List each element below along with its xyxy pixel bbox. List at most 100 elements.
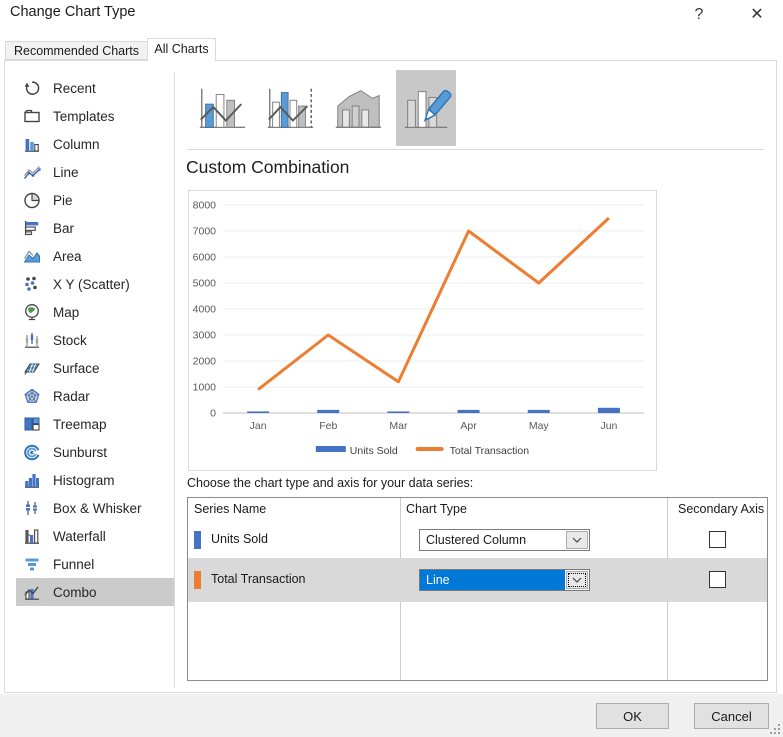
map-chart-icon (23, 303, 41, 321)
combo-type-clustered-column-line[interactable] (192, 70, 252, 146)
series-name-label: Total Transaction (211, 572, 306, 586)
sidebar-item-line[interactable]: Line (16, 158, 174, 186)
sidebar-item-templates[interactable]: Templates (16, 102, 174, 130)
dropdown-value: Clustered Column (420, 530, 565, 550)
svg-text:7000: 7000 (193, 226, 217, 238)
tab-recommended-charts[interactable]: Recommended Charts (5, 41, 148, 60)
chart-type-sidebar: Recent Templates Column Line Pie Bar Are… (5, 74, 174, 606)
box-whisker-chart-icon (23, 499, 41, 517)
area-chart-icon (23, 247, 41, 265)
chart-preview-svg: 0 1000 2000 3000 4000 5000 6000 7000 8000 Jan Feb M… (189, 191, 656, 470)
pie-chart-icon (23, 191, 41, 209)
svg-text:Units Sold: Units Sold (350, 445, 398, 457)
series-name-label: Units Sold (211, 532, 268, 546)
combo-type-clustered-column-line-secondary-axis[interactable] (260, 70, 320, 146)
combo-type-stacked-area-clustered-column[interactable] (328, 70, 388, 146)
titlebar: Change Chart Type ? ✕ (0, 0, 783, 36)
preview-title: Custom Combination (186, 157, 349, 178)
templates-icon (23, 107, 41, 125)
clustered-column-line-icon (195, 81, 249, 135)
change-chart-type-dialog: { "window": { "title": "Change Chart Typ… (0, 0, 783, 737)
help-icon[interactable]: ? (684, 2, 714, 28)
sidebar-item-histogram[interactable]: Histogram (16, 466, 174, 494)
surface-chart-icon (23, 359, 41, 377)
cancel-button[interactable]: Cancel (694, 703, 769, 729)
sidebar-item-pie[interactable]: Pie (16, 186, 174, 214)
treemap-chart-icon (23, 415, 41, 433)
resize-grip[interactable] (770, 724, 781, 735)
chart-type-dropdown-units-sold[interactable]: Clustered Column (419, 529, 590, 551)
dialog-title: Change Chart Type (10, 4, 135, 20)
svg-text:Apr: Apr (460, 420, 477, 432)
sidebar-item-sunburst[interactable]: Sunburst (16, 438, 174, 466)
svg-text:0: 0 (210, 408, 216, 420)
clustered-column-line-secondary-axis-icon (263, 81, 317, 135)
sidebar-item-map[interactable]: Map (16, 298, 174, 326)
series-table: Series Name Chart Type Secondary Axis Un… (187, 497, 768, 681)
secondary-axis-checkbox-total-transaction[interactable] (709, 571, 726, 588)
sidebar-item-funnel[interactable]: Funnel (16, 550, 174, 578)
sidebar-item-xy-scatter[interactable]: X Y (Scatter) (16, 270, 174, 298)
sidebar-item-radar[interactable]: Radar (16, 382, 174, 410)
custom-combination-icon (399, 81, 453, 135)
sidebar-divider (174, 72, 175, 688)
funnel-chart-icon (23, 555, 41, 573)
histogram-chart-icon (23, 471, 41, 489)
svg-text:5000: 5000 (193, 278, 217, 290)
sidebar-item-column[interactable]: Column (16, 130, 174, 158)
combo-type-custom-combination[interactable] (396, 70, 456, 146)
series-swatch (194, 531, 201, 549)
sidebar-item-waterfall[interactable]: Waterfall (16, 522, 174, 550)
line-chart-icon (23, 163, 41, 181)
sidebar-item-surface[interactable]: Surface (16, 354, 174, 382)
radar-chart-icon (23, 387, 41, 405)
svg-text:Total Transaction: Total Transaction (450, 445, 530, 457)
chevron-down-icon[interactable] (566, 571, 588, 589)
svg-text:4000: 4000 (193, 304, 217, 316)
chart-preview-box: 0 1000 2000 3000 4000 5000 6000 7000 8000 Jan Feb M… (188, 190, 657, 471)
dropdown-value: Line (420, 570, 565, 590)
close-icon[interactable]: ✕ (742, 2, 772, 28)
column-header-chart-type: Chart Type (406, 502, 467, 516)
tab-all-charts[interactable]: All Charts (147, 38, 216, 61)
svg-text:Feb: Feb (319, 420, 337, 432)
chevron-down-icon[interactable] (566, 531, 588, 549)
table-row-units-sold[interactable]: Units Sold Clustered Column (188, 521, 767, 558)
icon-row-separator (187, 149, 764, 150)
sidebar-item-combo[interactable]: Combo (16, 578, 174, 606)
sidebar-item-stock[interactable]: Stock (16, 326, 174, 354)
waterfall-chart-icon (23, 527, 41, 545)
svg-text:6000: 6000 (193, 252, 217, 264)
svg-text:8000: 8000 (193, 200, 217, 212)
svg-text:1000: 1000 (193, 382, 217, 394)
svg-text:2000: 2000 (193, 356, 217, 368)
svg-text:3000: 3000 (193, 330, 217, 342)
recent-icon (23, 79, 41, 97)
svg-text:Mar: Mar (389, 420, 408, 432)
svg-text:May: May (529, 420, 550, 432)
choose-series-label: Choose the chart type and axis for your … (187, 476, 473, 490)
svg-text:Jan: Jan (250, 420, 267, 432)
sidebar-item-treemap[interactable]: Treemap (16, 410, 174, 438)
combo-type-row (192, 70, 456, 146)
sidebar-item-bar[interactable]: Bar (16, 214, 174, 242)
column-header-secondary-axis: Secondary Axis (678, 502, 764, 516)
column-header-series-name: Series Name (194, 502, 266, 516)
sidebar-item-box-whisker[interactable]: Box & Whisker (16, 494, 174, 522)
sidebar-item-area[interactable]: Area (16, 242, 174, 270)
secondary-axis-checkbox-units-sold[interactable] (709, 531, 726, 548)
sunburst-chart-icon (23, 443, 41, 461)
scatter-chart-icon (23, 275, 41, 293)
ok-button[interactable]: OK (596, 703, 669, 729)
svg-text:Jun: Jun (600, 420, 617, 432)
column-chart-icon (23, 135, 41, 153)
dialog-footer: OK Cancel (0, 694, 783, 737)
table-row-total-transaction[interactable]: Total Transaction Line (188, 558, 767, 602)
stock-chart-icon (23, 331, 41, 349)
bar-chart-icon (23, 219, 41, 237)
sidebar-item-recent[interactable]: Recent (16, 74, 174, 102)
series-swatch (194, 571, 201, 589)
stacked-area-clustered-column-icon (331, 81, 385, 135)
combo-chart-icon (23, 583, 41, 601)
chart-type-dropdown-total-transaction[interactable]: Line (419, 569, 590, 591)
